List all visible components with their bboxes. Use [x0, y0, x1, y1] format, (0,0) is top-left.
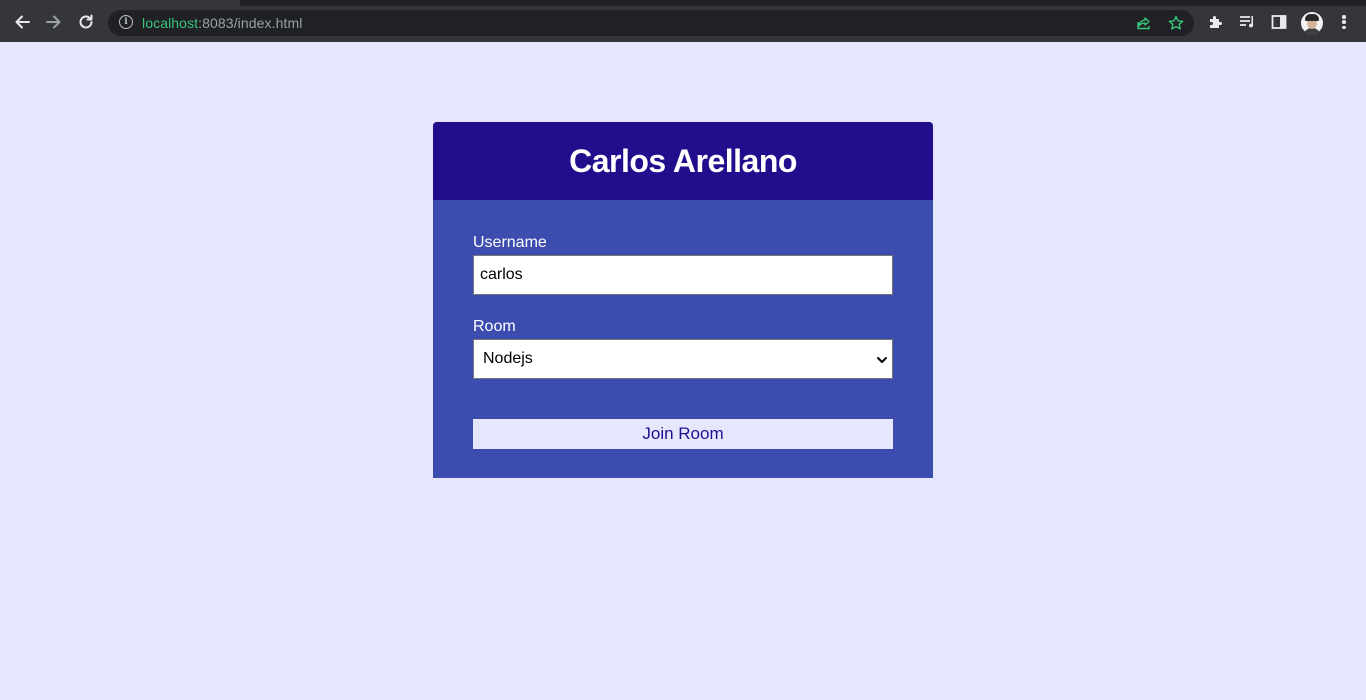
forward-arrow-icon[interactable] — [43, 11, 65, 33]
tab-strip — [0, 0, 1366, 6]
browser-toolbar: i localhost:8083/index.html — [0, 0, 1366, 42]
page-title: Carlos Arellano — [569, 142, 797, 179]
avatar-hair — [1305, 14, 1319, 21]
card-header: Carlos Arellano — [433, 122, 933, 200]
reload-icon[interactable] — [75, 11, 97, 33]
username-input[interactable] — [473, 255, 893, 295]
join-room-button[interactable]: Join Room — [473, 419, 893, 449]
room-selected-value: Nodejs — [483, 350, 533, 367]
back-arrow-icon[interactable] — [11, 11, 33, 33]
media-queue-icon[interactable] — [1237, 12, 1257, 32]
site-info-icon[interactable]: i — [119, 15, 133, 29]
bookmark-star-icon[interactable] — [1167, 14, 1185, 32]
username-group: Username — [473, 231, 893, 295]
join-form: Username Room Nodejs Join Room — [433, 200, 933, 449]
profile-avatar[interactable] — [1301, 12, 1323, 34]
address-bar[interactable]: i localhost:8083/index.html — [108, 10, 1194, 36]
username-label: Username — [473, 234, 547, 251]
url-host: localhost — [142, 15, 199, 31]
room-group: Room Nodejs — [473, 315, 893, 379]
url-text[interactable]: localhost:8083/index.html — [142, 15, 303, 31]
side-panel-icon[interactable] — [1269, 12, 1289, 32]
share-icon[interactable] — [1135, 14, 1153, 32]
more-menu-icon[interactable] — [1340, 13, 1348, 31]
active-tab-edge — [0, 0, 240, 6]
url-path: :8083/index.html — [198, 15, 303, 31]
room-label: Room — [473, 318, 516, 335]
join-card: Carlos Arellano Username Room Nodejs Joi… — [433, 122, 933, 478]
room-select[interactable]: Nodejs — [473, 339, 893, 379]
chevron-down-icon — [876, 353, 888, 365]
extensions-puzzle-icon[interactable] — [1206, 12, 1226, 32]
